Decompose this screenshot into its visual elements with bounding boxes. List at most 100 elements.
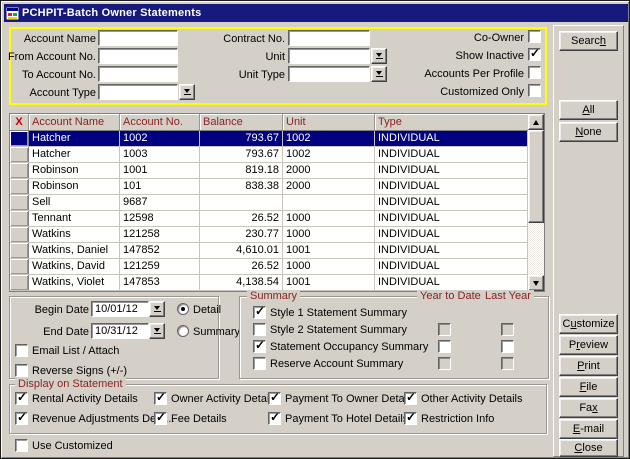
print-button[interactable]: Print bbox=[559, 356, 618, 376]
last-year-checkbox bbox=[501, 323, 514, 336]
column-header-account-name[interactable]: Account Name bbox=[29, 114, 120, 130]
table-row[interactable]: Hatcher1003793.671002INDIVIDUAL bbox=[10, 147, 544, 163]
unit-type-input[interactable] bbox=[288, 66, 370, 82]
summary-item-checkbox[interactable] bbox=[253, 323, 266, 336]
table-row[interactable]: Sell9687INDIVIDUAL bbox=[10, 195, 544, 211]
email-button[interactable]: E-mail bbox=[559, 419, 618, 439]
scroll-up-button[interactable] bbox=[528, 114, 544, 130]
end-date-label: End Date bbox=[19, 326, 89, 338]
cell-unit: 2000 bbox=[283, 179, 375, 194]
display-option-checkbox[interactable] bbox=[268, 392, 281, 405]
display-option-checkbox[interactable] bbox=[154, 392, 167, 405]
table-row[interactable]: Robinson101838.382000INDIVIDUAL bbox=[10, 179, 544, 195]
last-year-checkbox bbox=[501, 357, 514, 370]
cell-balance: 230.77 bbox=[200, 227, 283, 242]
email-list-attach-checkbox[interactable] bbox=[15, 344, 28, 357]
row-selector[interactable] bbox=[10, 243, 29, 258]
column-header-type[interactable]: Type bbox=[375, 114, 528, 130]
column-header-balance[interactable]: Balance bbox=[200, 114, 283, 130]
display-option-checkbox[interactable] bbox=[15, 392, 28, 405]
cell-unit: 1002 bbox=[283, 147, 375, 162]
scrollbar-thumb[interactable] bbox=[528, 130, 544, 223]
summary-item-label: Statement Occupancy Summary bbox=[270, 341, 428, 353]
cell-balance: 4,610.01 bbox=[200, 243, 283, 258]
contract-no-input[interactable] bbox=[288, 30, 370, 46]
row-selector[interactable] bbox=[10, 179, 29, 194]
table-row[interactable]: Watkins, Daniel1478524,610.011001INDIVID… bbox=[10, 243, 544, 259]
display-option-label: Other Activity Details bbox=[421, 393, 522, 405]
cell-account-name: Hatcher bbox=[29, 147, 120, 162]
unit-type-dropdown-button[interactable] bbox=[371, 66, 387, 82]
reverse-signs-label: Reverse Signs (+/-) bbox=[32, 365, 127, 377]
row-selector[interactable] bbox=[10, 131, 29, 146]
cell-type: INDIVIDUAL bbox=[375, 179, 528, 194]
email-list-attach-label: Email List / Attach bbox=[32, 345, 119, 357]
table-row[interactable]: Watkins, Violet1478534,138.541001INDIVID… bbox=[10, 275, 544, 291]
cell-unit: 1000 bbox=[283, 227, 375, 242]
summary-item-checkbox[interactable] bbox=[253, 340, 266, 353]
scroll-up-icon bbox=[533, 120, 539, 125]
summary-radio[interactable] bbox=[177, 325, 189, 337]
customize-button[interactable]: Customize bbox=[559, 314, 618, 334]
account-type-input[interactable] bbox=[98, 84, 178, 100]
display-option-checkbox[interactable] bbox=[404, 412, 417, 425]
cell-account-name: Sell bbox=[29, 195, 120, 210]
cell-balance: 793.67 bbox=[200, 147, 283, 162]
none-button[interactable]: None bbox=[559, 122, 618, 142]
column-header-unit[interactable]: Unit bbox=[283, 114, 375, 130]
account-name-input[interactable] bbox=[98, 30, 178, 46]
summary-item-checkbox[interactable] bbox=[253, 306, 266, 319]
row-selector[interactable] bbox=[10, 227, 29, 242]
customized-only-checkbox[interactable] bbox=[528, 84, 541, 97]
summary-item-label: Style 2 Statement Summary bbox=[270, 324, 407, 336]
reverse-signs-checkbox[interactable] bbox=[15, 364, 28, 377]
begin-date-dropdown-button[interactable] bbox=[149, 301, 165, 317]
show-inactive-checkbox[interactable] bbox=[528, 48, 541, 61]
title-bar[interactable]: PCHPIT-Batch Owner Statements bbox=[4, 4, 628, 22]
row-selector[interactable] bbox=[10, 163, 29, 178]
accounts-per-profile-checkbox[interactable] bbox=[528, 66, 541, 79]
display-option-checkbox[interactable] bbox=[154, 412, 167, 425]
unit-label: Unit bbox=[199, 51, 285, 63]
fax-button[interactable]: Fax bbox=[559, 398, 618, 418]
summary-item-checkbox[interactable] bbox=[253, 357, 266, 370]
co-owner-checkbox[interactable] bbox=[528, 30, 541, 43]
grid-vertical-scrollbar[interactable] bbox=[528, 114, 544, 291]
year-to-date-checkbox[interactable] bbox=[438, 340, 451, 353]
table-row[interactable]: Watkins121258230.771000INDIVIDUAL bbox=[10, 227, 544, 243]
unit-input[interactable] bbox=[288, 48, 370, 64]
to-account-no-input[interactable] bbox=[98, 66, 178, 82]
end-date-input[interactable]: 10/31/12 bbox=[91, 323, 149, 339]
scroll-down-button[interactable] bbox=[528, 275, 544, 291]
grid-body: Hatcher1002793.671002INDIVIDUALHatcher10… bbox=[10, 131, 544, 291]
display-option-checkbox[interactable] bbox=[268, 412, 281, 425]
account-type-dropdown-button[interactable] bbox=[179, 84, 195, 100]
close-button[interactable]: Close bbox=[559, 439, 618, 457]
row-selector[interactable] bbox=[10, 211, 29, 226]
from-account-no-input[interactable] bbox=[98, 48, 178, 64]
begin-date-input[interactable]: 10/01/12 bbox=[91, 301, 149, 317]
table-row[interactable]: Tennant1259826.521000INDIVIDUAL bbox=[10, 211, 544, 227]
row-selector[interactable] bbox=[10, 147, 29, 162]
column-header-account-no[interactable]: Account No. bbox=[120, 114, 200, 130]
row-selector[interactable] bbox=[10, 275, 29, 290]
table-row[interactable]: Hatcher1002793.671002INDIVIDUAL bbox=[10, 131, 544, 147]
table-row[interactable]: Robinson1001819.182000INDIVIDUAL bbox=[10, 163, 544, 179]
row-selector[interactable] bbox=[10, 259, 29, 274]
use-customized-checkbox[interactable] bbox=[15, 439, 28, 452]
last-year-checkbox[interactable] bbox=[501, 340, 514, 353]
dropdown-arrow-icon bbox=[376, 71, 382, 75]
preview-button[interactable]: Preview bbox=[559, 335, 618, 355]
end-date-dropdown-button[interactable] bbox=[149, 323, 165, 339]
display-option-checkbox[interactable] bbox=[15, 412, 28, 425]
file-button[interactable]: File bbox=[559, 377, 618, 397]
unit-dropdown-button[interactable] bbox=[371, 48, 387, 64]
table-row[interactable]: Watkins, David12125926.521000INDIVIDUAL bbox=[10, 259, 544, 275]
detail-radio[interactable] bbox=[177, 303, 189, 315]
display-option-checkbox[interactable] bbox=[404, 392, 417, 405]
all-button[interactable]: All bbox=[559, 100, 618, 120]
row-selector[interactable] bbox=[10, 195, 29, 210]
cell-unit: 1000 bbox=[283, 259, 375, 274]
column-header-x[interactable]: X bbox=[10, 114, 29, 130]
search-button[interactable]: Search bbox=[559, 31, 618, 51]
